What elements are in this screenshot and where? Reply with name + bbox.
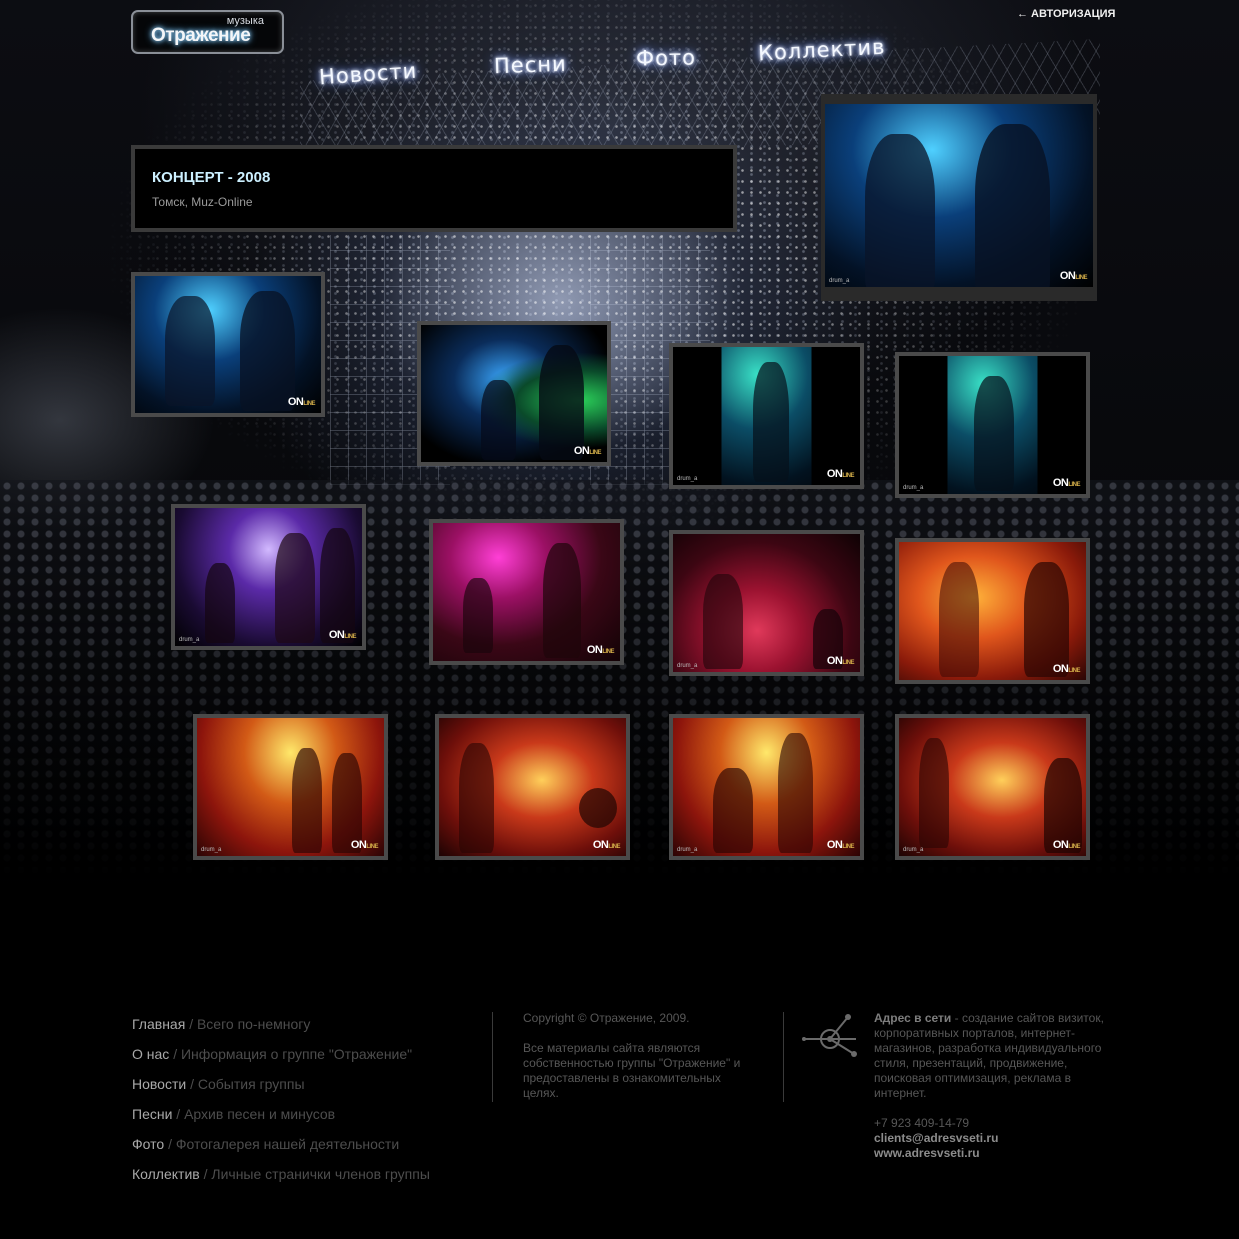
developer-site[interactable]: www.adresvseti.ru	[874, 1146, 980, 1160]
site-logo[interactable]: музыка Отражение	[131, 10, 284, 54]
developer-name[interactable]: Адрес в сети	[874, 1011, 951, 1025]
developer-email[interactable]: clients@adresvseti.ru	[874, 1131, 998, 1145]
gallery-title-box: КОНЦЕРТ - 2008 Томск, Muz-Online	[131, 145, 737, 232]
gallery-title: КОНЦЕРТ - 2008	[152, 169, 271, 186]
footer-nav-item-collective: Коллектив / Личные странички членов груп…	[132, 1166, 430, 1196]
watermark: ONLINE	[592, 839, 621, 851]
photo-preview-large[interactable]: drum_a ONLINE	[821, 94, 1097, 301]
photo-credit: drum_a	[903, 485, 924, 491]
watermark: ONLINE	[826, 839, 855, 851]
footer-link-news[interactable]: Новости	[132, 1076, 186, 1092]
logo-main-text: Отражение	[151, 25, 251, 46]
footer-nav-item-songs: Песни / Архив песен и минусов	[132, 1106, 430, 1136]
watermark: ONLINE	[1052, 839, 1081, 851]
footer-nav-item-home: Главная / Всего по-немногу	[132, 1016, 430, 1046]
footer-copyright: Copyright © Отражение, 2009. Все материа…	[523, 1011, 758, 1101]
footer-nav-item-photo: Фото / Фотогалерея нашей деятельности	[132, 1136, 430, 1166]
photo-thumb[interactable]: drum_a ONLINE	[669, 343, 864, 489]
footer-link-about[interactable]: О нас	[132, 1046, 169, 1062]
footer-link-desc: / Архив песен и минусов	[176, 1106, 336, 1122]
gallery-subtitle: Томск, Muz-Online	[152, 195, 253, 209]
watermark: ONLINE	[573, 445, 602, 457]
footer-divider	[783, 1012, 784, 1102]
footer-link-home[interactable]: Главная	[132, 1016, 185, 1032]
photo-credit: drum_a	[829, 278, 850, 284]
footer-link-photo[interactable]: Фото	[132, 1136, 164, 1152]
photo-credit: drum_a	[903, 847, 924, 853]
photo-thumb[interactable]: drum_a ONLINE	[669, 530, 864, 676]
photo-thumb[interactable]: ONLINE	[417, 321, 611, 466]
footer-nav-item-news: Новости / События группы	[132, 1076, 430, 1106]
footer-link-collective[interactable]: Коллектив	[132, 1166, 200, 1182]
photo-credit: drum_a	[677, 847, 698, 853]
photo-credit: drum_a	[201, 847, 222, 853]
photo-thumb[interactable]: ONLINE	[895, 538, 1090, 684]
auth-link[interactable]: ← АВТОРИЗАЦИЯ	[1017, 8, 1115, 20]
copyright-text: Copyright © Отражение, 2009.	[523, 1011, 690, 1025]
footer-divider	[492, 1012, 493, 1102]
watermark: ONLINE	[826, 655, 855, 667]
photo-thumb[interactable]: ONLINE	[435, 714, 630, 860]
developer-contacts: +7 923 409-14-79 clients@adresvseti.ru w…	[874, 1116, 1114, 1161]
photo-thumb[interactable]: drum_a ONLINE	[669, 714, 864, 860]
footer-link-desc: / Информация о группе "Отражение"	[173, 1046, 413, 1062]
watermark: ONLINE	[1052, 477, 1081, 489]
footer-link-songs[interactable]: Песни	[132, 1106, 172, 1122]
watermark: ONLINE	[1059, 270, 1088, 282]
nav-photo[interactable]: Фото	[636, 45, 696, 70]
photo-thumb[interactable]: ONLINE	[131, 272, 325, 417]
photo-credit: drum_a	[179, 637, 200, 643]
photo-credit: drum_a	[677, 663, 698, 669]
footer-link-desc: / Всего по-немногу	[189, 1016, 311, 1032]
footer-nav: Главная / Всего по-немногу О нас / Инфор…	[132, 1016, 430, 1196]
photo-thumb[interactable]: drum_a ONLINE	[895, 352, 1090, 498]
footer-link-desc: / Фотогалерея нашей деятельности	[168, 1136, 400, 1152]
footer-link-desc: / Личные странички членов группы	[203, 1166, 430, 1182]
nav-songs[interactable]: Песни	[494, 52, 567, 79]
photo-thumb[interactable]: drum_a ONLINE	[895, 714, 1090, 860]
developer-description: Адрес в сети - создание сайтов визиток, …	[874, 1011, 1114, 1101]
watermark: ONLINE	[826, 468, 855, 480]
watermark: ONLINE	[586, 644, 615, 656]
photo-thumb[interactable]: ONLINE	[429, 519, 624, 665]
watermark: ONLINE	[1052, 663, 1081, 675]
rights-text: Все материалы сайта являются собственнос…	[523, 1041, 741, 1100]
photo-credit: drum_a	[677, 476, 698, 482]
footer-link-desc: / События группы	[190, 1076, 305, 1092]
watermark: ONLINE	[287, 396, 316, 408]
network-icon[interactable]	[798, 1012, 862, 1062]
photo-thumb[interactable]: drum_a ONLINE	[193, 714, 388, 860]
developer-phone: +7 923 409-14-79	[874, 1116, 970, 1130]
watermark: ONLINE	[350, 839, 379, 851]
footer-nav-item-about: О нас / Информация о группе "Отражение"	[132, 1046, 430, 1076]
developer-info: Адрес в сети - создание сайтов визиток, …	[874, 1011, 1114, 1161]
photo-thumb[interactable]: drum_a ONLINE	[171, 504, 366, 650]
watermark: ONLINE	[328, 629, 357, 641]
